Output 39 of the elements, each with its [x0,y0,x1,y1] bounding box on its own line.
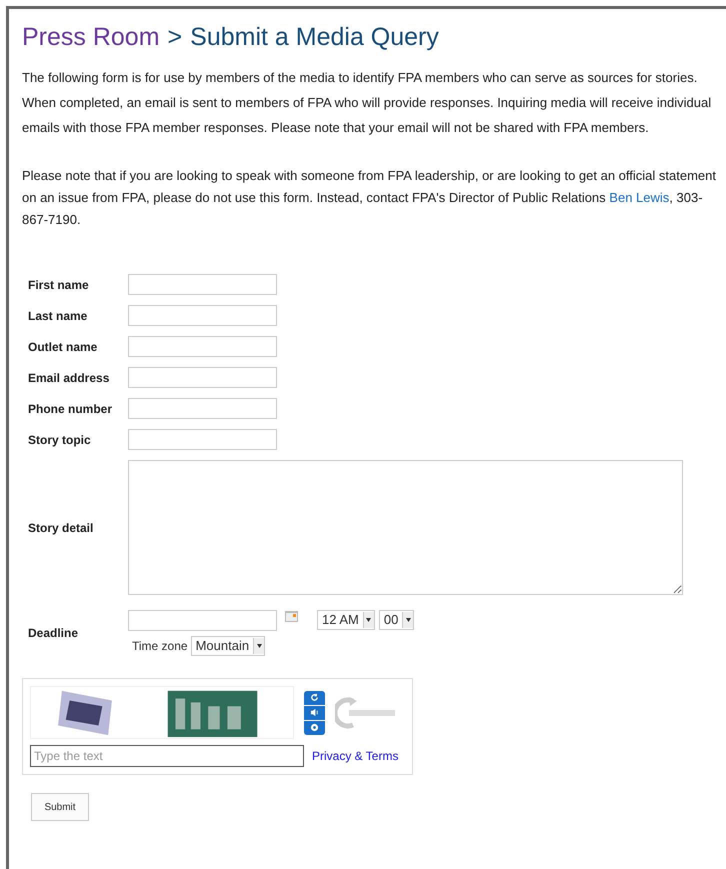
field-label: Phone number [28,400,114,418]
field-label: Last name [28,308,88,324]
timezone-label: Time zone [132,638,188,655]
caret-icon [366,618,372,622]
date-field[interactable] [128,610,277,631]
text-field[interactable] [128,398,277,419]
timezone-select[interactable]: Mountain [190,636,266,656]
privacy-link[interactable]: Privacy & Terms [312,747,398,765]
refresh-button[interactable] [304,690,325,704]
caret-icon [256,644,262,648]
contact-link[interactable]: Ben Lewis [609,190,670,205]
field-label: Outlet name [28,338,98,356]
minute-select[interactable]: 00 [378,610,414,630]
calendar-icon[interactable] [285,611,298,622]
field-label: Email address [28,370,110,386]
note-paragraph: Please note that if you are looking to speak with someone from FPA leadership, or are looking to get an official statement on an issue from FPA, please do not use this form. Instead, contact FPA's Director of Public Relations Ben Lewis, 303-867-7190. [22,167,717,229]
intro-paragraph: The following form is for use by members of the media to identify FPA members who can serve as sources for stories. When completed, an email is sent to members of FPA who will provide responses. Inquiring media will receive individual emails with those FPA member responses. Please note that your email will not be shared with FPA members. [22,69,712,137]
help-icon [310,723,319,732]
speaker-icon [310,708,319,717]
text-field[interactable] [128,336,277,357]
submit-button[interactable]: Submit [31,793,89,821]
audio-button[interactable] [304,706,325,720]
text-field[interactable] [128,305,277,326]
text-area[interactable] [128,460,683,595]
help-button[interactable] [304,720,325,734]
captcha-input[interactable]: Type the text [30,745,304,767]
text-field[interactable] [128,367,277,388]
page-title: Submit a Media Query [190,22,439,53]
breadcrumb-separator: > [168,22,182,53]
breadcrumb-link[interactable]: Press Room [22,19,160,55]
hour-select[interactable]: 12 AM [317,610,375,630]
field-label: First name [28,276,90,294]
field-label: Deadline [28,625,80,642]
refresh-icon [310,693,319,702]
field-label: Story topic [28,432,92,448]
text-field[interactable] [128,274,277,295]
caret-icon [406,618,411,622]
field-label: Story detail [28,520,94,536]
text-field[interactable] [128,429,277,450]
